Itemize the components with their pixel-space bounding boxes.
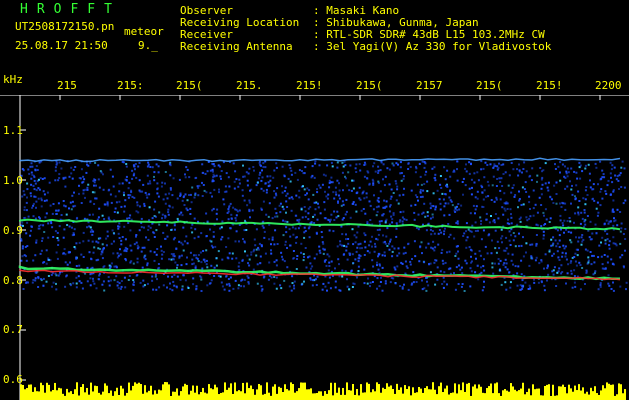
antenna-value: : 3el Yagi(V) Az 330 for Vladivostok <box>313 40 552 53</box>
spectrogram <box>0 95 629 400</box>
carrier-trace <box>19 218 621 231</box>
carrier-trace <box>19 269 621 281</box>
mode-label: meteor <box>124 25 164 38</box>
y-tick: 1.0 <box>3 174 23 187</box>
y-tick: 0.8 <box>3 274 23 287</box>
file-name: UT2508172150.pn <box>15 20 115 33</box>
location-label: Receiving Location <box>180 16 300 29</box>
x-tick: 215( <box>356 79 383 92</box>
x-tick: 215: <box>117 79 144 92</box>
receiver-value: : RTL-SDR SDR# 43dB L15 103.2MHz CW <box>313 28 545 41</box>
x-tick: 215 <box>57 79 77 92</box>
location-value: : Shibukawa, Gunma, Japan <box>313 16 479 29</box>
y-axis-unit: kHz <box>3 73 23 86</box>
y-tick: 1.1 <box>3 124 23 137</box>
y-tick: 0.9 <box>3 224 23 237</box>
y-tick: 0.7 <box>3 323 23 336</box>
x-tick: 2157 <box>416 79 443 92</box>
x-tick: 215! <box>536 79 563 92</box>
x-tick: 215( <box>176 79 203 92</box>
hrofft-window: { "app": { "title": "HROFFT" }, "file": … <box>0 0 629 400</box>
y-tick: 0.6 <box>3 373 23 386</box>
receiver-label: Receiver <box>180 28 233 41</box>
observer-label: Observer <box>180 4 233 17</box>
app-title: HROFFT <box>20 2 121 17</box>
x-tick: 215( <box>476 79 503 92</box>
meteor-echo-bars <box>20 382 626 400</box>
x-tick: 215. <box>236 79 263 92</box>
x-tick: 2200 <box>595 79 622 92</box>
antenna-label: Receiving Antenna <box>180 40 293 53</box>
datetime: 25.08.17 21:50 <box>15 39 108 52</box>
carrier-trace <box>19 157 621 163</box>
datetime-extra: 9._ <box>138 39 158 52</box>
observer-value: : Masaki Kano <box>313 4 400 17</box>
x-tick: 215! <box>296 79 323 92</box>
